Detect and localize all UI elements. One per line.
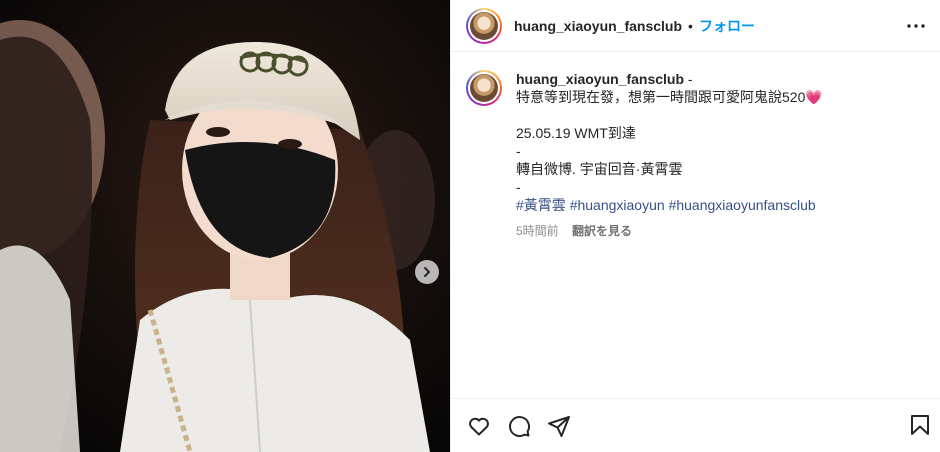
caption-username[interactable]: huang_xiaoyun_fansclub (516, 71, 684, 87)
post-meta: 5時間前 翻訳を見る (516, 222, 823, 240)
caption-line: 特意等到現在發，想第一時間跟可愛阿鬼說520💗 (516, 88, 823, 106)
caption-line: - (516, 143, 521, 159)
more-options-button[interactable] (904, 14, 928, 43)
caption-text-1: 特意等到現在發，想第一時間跟可愛阿鬼說520 (516, 89, 806, 105)
avatar-image (470, 11, 498, 40)
photo-illustration (0, 0, 450, 452)
comment-icon[interactable] (507, 414, 531, 438)
caption-blank (516, 106, 823, 124)
caption-line: - (516, 179, 521, 195)
share-icon[interactable] (547, 414, 571, 438)
caption-line: 25.05.19 WMT到達 (516, 125, 636, 141)
hashtag-link[interactable]: #黃霄雲 (516, 197, 566, 213)
chevron-right-icon (424, 267, 430, 277)
more-options-icon (907, 24, 925, 28)
next-photo-button[interactable] (415, 260, 439, 284)
follow-button[interactable]: フォロー (699, 16, 755, 36)
timestamp: 5時間前 (516, 224, 559, 238)
avatar[interactable] (466, 7, 502, 44)
caption-body: huang_xiaoyun_fansclub - 特意等到現在發，想第一時間跟可… (516, 70, 823, 240)
hashtag-link[interactable]: #huangxiaoyun (570, 197, 665, 213)
heart-icon[interactable] (467, 414, 491, 438)
translate-link[interactable]: 翻訳を見る (572, 224, 632, 238)
caption-header-line: huang_xiaoyun_fansclub - (516, 70, 823, 88)
action-bar (451, 398, 940, 452)
post-details-panel: huang_xiaoyun_fansclub • フォロー huang_xiao… (450, 0, 940, 452)
caption: huang_xiaoyun_fansclub - 特意等到現在發，想第一時間跟可… (451, 52, 940, 240)
hashtags: #黃霄雲 #huangxiaoyun #huangxiaoyunfansclub (516, 196, 823, 214)
hashtag-link[interactable]: #huangxiaoyunfansclub (669, 197, 816, 213)
caption-dash: - (684, 71, 693, 87)
caption-avatar[interactable] (466, 70, 502, 106)
post-photo[interactable] (0, 0, 450, 452)
username-link[interactable]: huang_xiaoyun_fansclub (514, 18, 682, 34)
instagram-post: huang_xiaoyun_fansclub • フォロー huang_xiao… (0, 0, 940, 452)
caption-avatar-image (470, 74, 498, 102)
separator-dot: • (688, 17, 693, 34)
post-header: huang_xiaoyun_fansclub • フォロー (451, 0, 940, 52)
heart-emoji: 💗 (805, 89, 823, 105)
bookmark-icon[interactable] (908, 413, 932, 437)
caption-line: 轉自微博. 宇宙回音·黃霄雲 (516, 161, 683, 177)
